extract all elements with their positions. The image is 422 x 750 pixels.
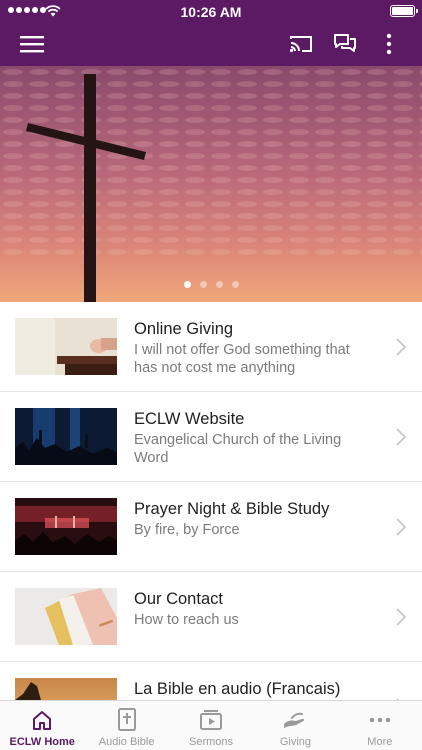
carousel-dot[interactable]	[215, 281, 223, 288]
item-title: Online Giving	[134, 320, 234, 338]
item-title: ECLW Website	[134, 410, 245, 428]
content-list: Online Giving I will not offer God somet…	[0, 302, 422, 700]
video-player-icon	[200, 710, 223, 730]
chat-button[interactable]	[328, 22, 362, 66]
list-item-prayer-night[interactable]: Prayer Night & Bible Study By fire, by F…	[0, 482, 422, 572]
tab-more[interactable]: More	[338, 701, 422, 750]
prayer-night-thumbnail	[15, 498, 117, 555]
more-dots-icon	[369, 717, 391, 723]
battery-icon	[390, 5, 418, 17]
giving-hand-icon	[284, 712, 305, 728]
item-subtitle: Evangelical Church of the Living Word	[134, 432, 342, 466]
item-title: La Bible en audio (Francais)	[134, 680, 341, 698]
home-icon	[33, 711, 52, 730]
carousel-dot[interactable]	[231, 281, 239, 288]
chat-bubbles-icon	[334, 34, 356, 52]
tab-label: Sermons	[189, 736, 234, 748]
cross-sunset-image	[0, 66, 422, 302]
chevron-right-icon	[396, 428, 406, 446]
online-giving-thumbnail	[15, 318, 117, 375]
eclw-website-thumbnail	[15, 408, 117, 465]
status-time: 10:26 AM	[180, 4, 242, 20]
item-subtitle: By fire, by Force	[134, 522, 240, 538]
bible-icon	[117, 708, 136, 731]
list-item-our-contact[interactable]: Our Contact How to reach us	[0, 572, 422, 662]
bible-audio-thumbnail	[15, 678, 117, 700]
tab-label: Giving	[279, 736, 312, 748]
more-options-button[interactable]	[372, 22, 406, 66]
tab-label: More	[367, 736, 393, 748]
item-title: Our Contact	[134, 590, 223, 608]
status-bar: 10:26 AM	[0, 0, 422, 22]
item-subtitle: How to reach us	[134, 612, 239, 628]
chevron-right-icon	[396, 608, 406, 626]
bottom-tab-bar: ECLW Home Audio Bible Sermons Giving Mor…	[0, 700, 422, 750]
chevron-right-icon	[396, 338, 406, 356]
carousel-dot[interactable]	[199, 281, 207, 288]
tab-eclw-home[interactable]: ECLW Home	[0, 701, 84, 750]
carousel-pagination	[0, 281, 422, 288]
hero-carousel[interactable]	[0, 66, 422, 302]
item-subtitle: I will not offer God something that has …	[134, 342, 350, 376]
cast-icon	[289, 36, 312, 53]
chevron-right-icon	[396, 518, 406, 536]
list-item-online-giving[interactable]: Online Giving I will not offer God somet…	[0, 302, 422, 392]
menu-button[interactable]	[14, 22, 50, 66]
tab-sermons[interactable]: Sermons	[169, 701, 253, 750]
item-title: Prayer Night & Bible Study	[134, 500, 330, 518]
carousel-dot[interactable]	[183, 281, 191, 288]
hamburger-menu-icon	[20, 36, 44, 53]
our-contact-thumbnail	[15, 588, 117, 645]
app-bar	[0, 22, 422, 66]
list-item-bible-audio-french[interactable]: La Bible en audio (Francais)	[0, 662, 422, 700]
tab-audio-bible[interactable]: Audio Bible	[84, 701, 168, 750]
cast-button[interactable]	[284, 22, 318, 66]
tab-label: ECLW Home	[9, 736, 75, 748]
tab-giving[interactable]: Giving	[253, 701, 337, 750]
list-item-eclw-website[interactable]: ECLW Website Evangelical Church of the L…	[0, 392, 422, 482]
vertical-dots-icon	[386, 33, 392, 55]
tab-label: Audio Bible	[98, 736, 155, 748]
